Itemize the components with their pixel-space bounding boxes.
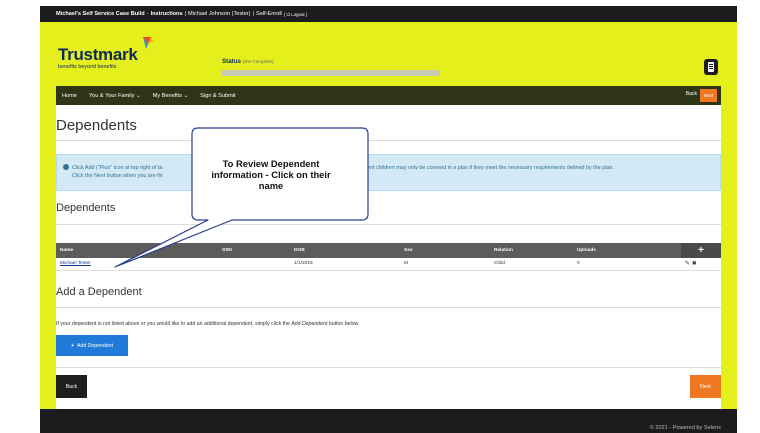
callout-line: To Review Dependent	[222, 158, 320, 169]
callout-line: information - Click on their	[211, 169, 331, 180]
callout-line: name	[258, 180, 284, 191]
callout-bubble	[114, 127, 369, 268]
callout-text: To Review Dependent information - Click …	[204, 158, 338, 191]
